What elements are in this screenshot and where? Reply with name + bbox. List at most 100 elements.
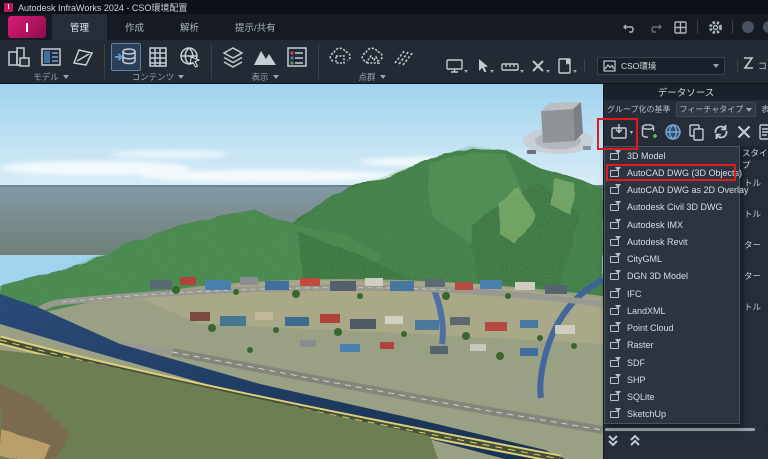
clipped-toolbar-label: コ	[758, 59, 768, 72]
chevron-down-icon	[713, 64, 719, 68]
panel-book-button[interactable]	[557, 58, 577, 74]
divider	[697, 20, 698, 34]
duplicate-button[interactable]	[688, 123, 706, 141]
ribbon-tab[interactable]: 管理	[52, 14, 107, 40]
model-selector-dropdown[interactable]: CSO環境	[597, 57, 725, 75]
ribbon-tab[interactable]: 作成	[107, 14, 162, 40]
pointcloud-terrain-button[interactable]	[357, 43, 387, 71]
divider	[211, 44, 212, 79]
ribbon-group-pointcloud: 点群	[321, 40, 423, 83]
source-type-column: トルトルタータートル	[744, 177, 768, 332]
import-source-icon	[609, 340, 621, 350]
redo-button[interactable]	[647, 19, 663, 35]
feature-type-dropdown[interactable]: フィーチャタイプ	[676, 102, 757, 117]
chevron-down-icon[interactable]	[178, 75, 184, 79]
menu-item[interactable]: DGN 3D Model	[605, 268, 739, 285]
facade-button[interactable]	[143, 43, 173, 71]
import-source-icon	[609, 409, 621, 419]
measure-button[interactable]	[501, 58, 524, 74]
divider	[318, 44, 319, 79]
chevron-down-icon	[464, 70, 468, 73]
refresh-button[interactable]	[712, 123, 730, 141]
menu-item[interactable]: SketchUp	[605, 406, 739, 423]
data-sources-button[interactable]	[111, 43, 141, 71]
account-icon[interactable]	[742, 21, 754, 33]
web-services-globe-button[interactable]	[664, 123, 682, 141]
chevron-down-icon[interactable]	[273, 75, 279, 79]
viewport-tools: CSO環境 コ	[446, 40, 768, 83]
expand-all-button[interactable]	[628, 434, 642, 452]
chevron-down-icon	[573, 70, 577, 73]
import-source-icon	[609, 358, 621, 368]
viewport-3d[interactable]	[0, 84, 603, 459]
import-source-icon	[609, 306, 621, 316]
ribbon-tabs: 管理作成解析提示/共有	[52, 14, 294, 40]
settings-gear-icon[interactable]	[707, 19, 723, 35]
undo-button[interactable]	[622, 19, 638, 35]
import-source-icon	[609, 375, 621, 385]
chevron-down-icon[interactable]	[380, 75, 386, 79]
menu-item[interactable]: SHP	[605, 371, 739, 388]
help-icon[interactable]	[763, 21, 768, 33]
connect-database-button[interactable]	[640, 123, 658, 141]
menu-item[interactable]: Autodesk Revit	[605, 233, 739, 250]
menu-item[interactable]: LandXML	[605, 302, 739, 319]
import-source-icon	[609, 185, 621, 195]
layers-button[interactable]	[218, 43, 248, 71]
divider	[584, 59, 585, 73]
import-source-icon	[609, 168, 621, 178]
remove-button[interactable]	[736, 124, 752, 140]
source-type-cell: トル	[744, 208, 768, 239]
ribbon-tab[interactable]: 提示/共有	[217, 14, 294, 40]
data-source-type-menu: 3D Model AutoCAD DWG (3D Objects) AutoCA…	[604, 146, 740, 424]
import-source-icon	[609, 220, 621, 230]
menu-bar: I 管理作成解析提示/共有	[0, 14, 768, 40]
import-source-icon	[609, 237, 621, 247]
menu-item[interactable]: AutoCAD DWG as 2D Overlay	[605, 182, 739, 199]
menu-item[interactable]: SDF	[605, 354, 739, 371]
menu-item[interactable]: Point Cloud	[605, 320, 739, 337]
window-layout-icon[interactable]	[672, 19, 688, 35]
horizontal-scrollbar[interactable]	[605, 427, 763, 432]
menu-item[interactable]: Autodesk Civil 3D DWG	[605, 199, 739, 216]
datasource-report-button[interactable]	[758, 123, 768, 141]
menu-item[interactable]: CityGML	[605, 251, 739, 268]
menu-item[interactable]: Autodesk IMX	[605, 216, 739, 233]
group-by-label: グループ化の基準	[607, 104, 671, 115]
ribbon-tab[interactable]: 解析	[162, 14, 217, 40]
infraworks-logo-icon[interactable]: I	[8, 16, 46, 38]
menu-item[interactable]: AutoCAD DWG (3D Objects)	[605, 164, 739, 181]
model-city-button[interactable]	[4, 43, 34, 71]
style-rules-icon[interactable]	[742, 56, 754, 75]
select-cursor-button[interactable]	[475, 58, 494, 74]
divider	[732, 20, 733, 34]
import-source-icon	[609, 271, 621, 281]
chevron-down-icon	[546, 70, 550, 73]
display-settings-button[interactable]	[446, 58, 468, 74]
chevron-down-icon	[520, 70, 524, 73]
pointcloud-model-button[interactable]	[325, 43, 355, 71]
collapse-all-button[interactable]	[606, 434, 620, 452]
ribbon-toolbar: モデル コンテンツ	[0, 40, 768, 84]
app-window: I Autodesk InfraWorks 2024 - CSO環境配置 I 管…	[0, 0, 768, 459]
chevron-down-icon[interactable]	[63, 75, 69, 79]
surfaces-button[interactable]	[68, 43, 98, 71]
menu-item[interactable]: IFC	[605, 285, 739, 302]
menu-item[interactable]: SQLite	[605, 389, 739, 406]
model-properties-button[interactable]	[36, 43, 66, 71]
pointcloud-scan-button[interactable]	[389, 43, 419, 71]
menu-item[interactable]: Raster	[605, 337, 739, 354]
terrain-scene	[0, 84, 603, 459]
divider	[737, 59, 738, 73]
scrollbar-thumb[interactable]	[605, 428, 755, 431]
geolocation-button[interactable]	[175, 43, 205, 71]
ribbon-group-content: コンテンツ	[107, 40, 209, 83]
titlebar-tools	[622, 14, 768, 40]
import-source-icon	[609, 151, 621, 161]
import-source-icon	[609, 323, 621, 333]
legend-button[interactable]	[282, 43, 312, 71]
import-source-icon	[609, 289, 621, 299]
terrain-button[interactable]	[250, 43, 280, 71]
model-selector-value: CSO環境	[621, 60, 708, 72]
delete-tool-button[interactable]	[531, 58, 550, 74]
